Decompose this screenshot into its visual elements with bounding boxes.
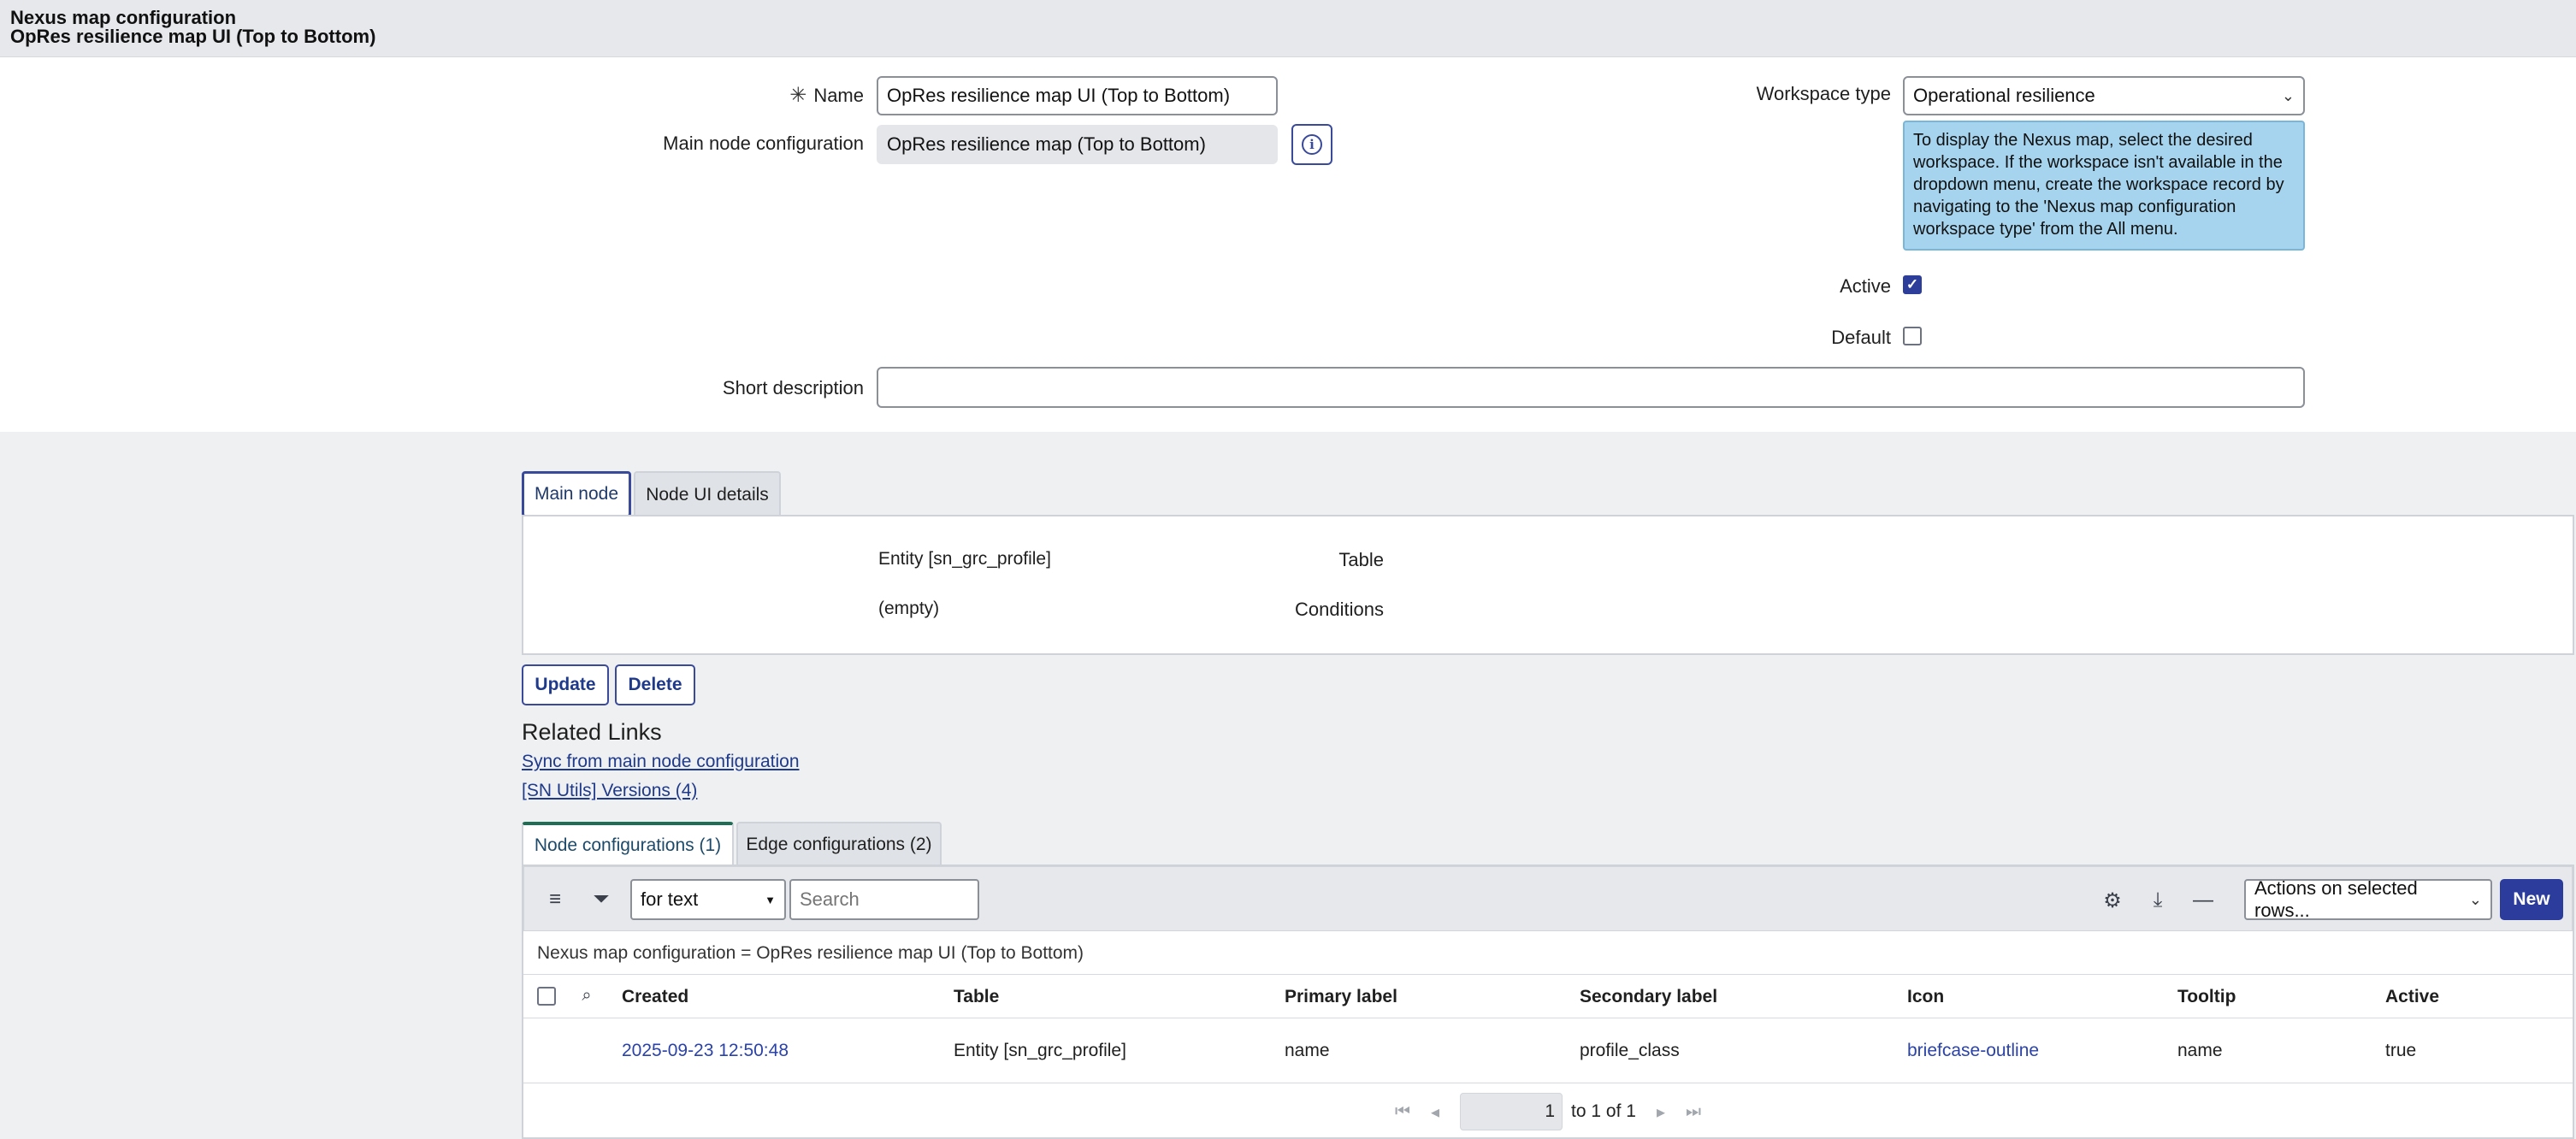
actions-select[interactable]: Actions on selected rows... ⌄ [2244,877,2492,921]
versions-link[interactable]: [SN Utils] Versions (4) [522,781,697,801]
header-subtitle: OpRes resilience map UI (Top to Bottom) [10,26,376,47]
settings-icon[interactable]: ⚙ [2098,886,2127,915]
page-header: Nexus map configuration OpRes resilience… [0,0,2576,57]
column-icon[interactable]: Icon [1907,987,1944,1007]
cell-tooltip: name [2177,1041,2223,1060]
search-input[interactable] [789,879,979,920]
update-button[interactable]: Update [522,664,609,705]
next-page-icon[interactable]: ▸ [1657,1101,1665,1123]
related-list: ≡ ⏷ for text ▼ ⚙ ⤓ — Actions on selected… [522,865,2574,1139]
column-active[interactable]: Active [2385,987,2439,1007]
main-node-label: Main node configuration [663,133,864,154]
column-table[interactable]: Table [954,987,999,1007]
first-page-icon[interactable]: ⏮ [1395,1102,1410,1122]
search-field-value: for text [641,888,699,910]
personalize-icon[interactable]: ⤓ [2143,886,2172,915]
cell-icon[interactable]: briefcase-outline [1907,1041,2039,1061]
chevron-down-icon: ⌄ [2281,86,2295,104]
default-label: Default [1831,327,1891,348]
page-range: to 1 of 1 [1571,1101,1636,1121]
conditions-label: Conditions [1295,599,1384,620]
cell-secondary-label: profile_class [1580,1041,1680,1060]
column-secondary-label[interactable]: Secondary label [1580,987,1717,1007]
search-field-select[interactable]: for text ▼ [630,879,786,920]
new-button[interactable]: New [2500,879,2563,920]
cell-primary-label: name [1285,1041,1330,1060]
page-number-input[interactable]: 1 [1460,1093,1563,1130]
record-form: ✳ Name OpRes resilience map UI (Top to B… [0,57,2576,432]
list-toolbar: ≡ ⏷ for text ▼ ⚙ ⤓ — Actions on selected… [523,866,2573,931]
sync-link[interactable]: Sync from main node configuration [522,752,800,772]
related-links-title: Related Links [522,719,662,745]
table-label: Table [1338,549,1384,570]
info-button[interactable]: i [1291,124,1332,165]
short-description-input[interactable] [877,367,2305,408]
workspace-type-label: Workspace type [1756,83,1891,104]
chevron-down-icon: ⌄ [2468,890,2482,908]
search-icon[interactable]: ⌕ [575,983,599,1007]
list-pager: ⏮ ◂ 1 to 1 of 1 ▸ ⏭ [523,1090,2573,1133]
required-icon: ✳ [789,84,807,107]
tab-node-configurations[interactable]: Node configurations (1) [522,822,734,866]
info-icon: i [1302,134,1322,155]
collapse-icon[interactable]: — [2189,886,2218,915]
related-section: Main node Node UI details Table Entity [… [0,432,2576,1139]
name-label: ✳ Name [789,84,864,107]
active-checkbox[interactable]: ✓ [1903,275,1922,294]
workspace-type-select[interactable]: Operational resilience ⌄ [1903,76,2305,115]
short-description-label: Short description [722,377,864,398]
cell-active: true [2385,1041,2417,1060]
column-primary-label[interactable]: Primary label [1285,987,1397,1007]
delete-button[interactable]: Delete [615,664,695,705]
main-node-field[interactable]: OpRes resilience map (Top to Bottom) [877,125,1278,164]
column-created[interactable]: Created [622,987,688,1007]
name-input[interactable]: OpRes resilience map UI (Top to Bottom) [877,76,1278,115]
column-tooltip[interactable]: Tooltip [2177,987,2236,1007]
default-checkbox[interactable] [1903,327,1922,345]
workspace-type-value: Operational resilience [1913,85,2095,106]
tab-edge-configurations[interactable]: Edge configurations (2) [736,822,942,866]
main-node-panel: Table Entity [sn_grc_profile] Conditions… [522,515,2574,655]
table-value: Entity [sn_grc_profile] [878,549,1051,569]
filter-breadcrumb: Nexus map configuration = OpRes resilien… [537,943,1084,963]
tab-main-node[interactable]: Main node [522,471,631,517]
chevron-down-icon: ▼ [765,893,776,906]
cell-created[interactable]: 2025-09-23 12:50:48 [622,1041,789,1061]
list-header-row: ⌕ Created Table Primary label Secondary … [523,974,2573,1018]
previous-page-icon[interactable]: ◂ [1431,1101,1439,1123]
last-page-icon[interactable]: ⏭ [1686,1102,1701,1122]
actions-select-value: Actions on selected rows... [2254,877,2418,921]
tab-node-ui-details[interactable]: Node UI details [634,471,781,517]
page-indicator: 1 to 1 of 1 [1460,1093,1636,1130]
filter-icon[interactable]: ⏷ [588,886,615,913]
table-row[interactable]: 2025-09-23 12:50:48 Entity [sn_grc_profi… [523,1018,2573,1083]
menu-icon[interactable]: ≡ [541,886,569,913]
active-label: Active [1840,275,1891,297]
select-all-checkbox[interactable] [537,987,556,1006]
conditions-value: (empty) [878,599,940,618]
workspace-help-text: To display the Nexus map, select the des… [1903,121,2305,251]
cell-table: Entity [sn_grc_profile] [954,1041,1126,1060]
